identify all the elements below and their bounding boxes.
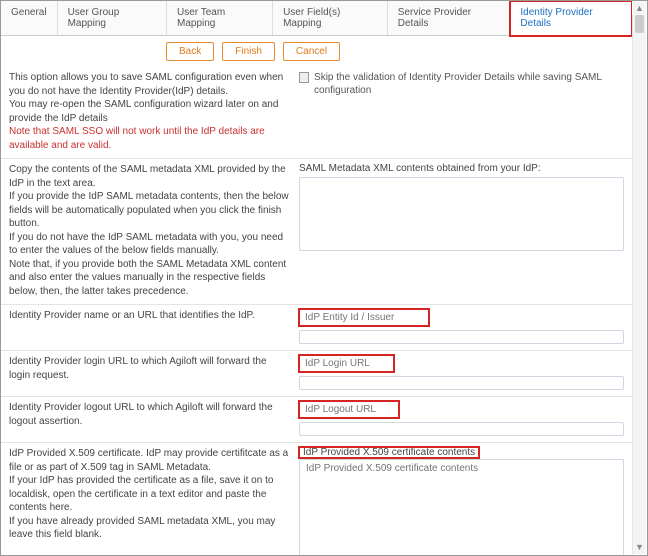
skip-validation-checkbox[interactable]: [299, 72, 309, 83]
skip-validation-label: Skip the validation of Identity Provider…: [314, 71, 624, 97]
login-section: Identity Provider login URL to which Agi…: [1, 351, 632, 397]
back-button[interactable]: Back: [166, 42, 214, 61]
skip-intro-1: This option allows you to save SAML conf…: [9, 71, 289, 98]
tab-user-team-mapping[interactable]: User Team Mapping: [167, 1, 273, 35]
login-url-input-full[interactable]: [299, 376, 624, 390]
metadata-field-label: SAML Metadata XML contents obtained from…: [299, 163, 624, 174]
entity-id-input-full[interactable]: [299, 330, 624, 344]
vertical-scrollbar[interactable]: ▲ ▼: [632, 15, 646, 554]
metadata-desc-3: If you do not have the IdP SAML metadata…: [9, 231, 289, 258]
skip-validation-section: This option allows you to save SAML conf…: [1, 67, 632, 159]
skip-warning: Note that SAML SSO will not work until t…: [9, 125, 289, 152]
tab-identity-provider-details[interactable]: Identity Provider Details: [510, 1, 632, 36]
tab-user-group-mapping[interactable]: User Group Mapping: [58, 1, 167, 35]
logout-url-input[interactable]: [299, 401, 399, 418]
tab-service-provider-details[interactable]: Service Provider Details: [388, 1, 511, 35]
logout-desc: Identity Provider logout URL to which Ag…: [9, 401, 289, 428]
logout-section: Identity Provider logout URL to which Ag…: [1, 397, 632, 443]
scroll-up-icon[interactable]: ▲: [633, 2, 646, 15]
cert-section: IdP Provided X.509 certificate. IdP may …: [1, 443, 632, 555]
metadata-desc-4: Note that, if you provide both the SAML …: [9, 258, 289, 299]
tab-general[interactable]: General: [1, 1, 58, 35]
entity-id-input[interactable]: [299, 309, 429, 326]
cancel-button[interactable]: Cancel: [283, 42, 340, 61]
finish-button[interactable]: Finish: [222, 42, 275, 61]
metadata-desc-1: Copy the contents of the SAML metadata X…: [9, 163, 289, 190]
metadata-desc-2: If you provide the IdP SAML metadata con…: [9, 190, 289, 231]
scrollbar-thumb[interactable]: [635, 15, 644, 33]
metadata-section: Copy the contents of the SAML metadata X…: [1, 159, 632, 305]
logout-url-input-full[interactable]: [299, 422, 624, 436]
login-url-input[interactable]: [299, 355, 394, 372]
cert-desc-1: IdP Provided X.509 certificate. IdP may …: [9, 447, 289, 474]
cert-textarea[interactable]: [299, 459, 624, 555]
skip-intro-2: You may re-open the SAML configuration w…: [9, 98, 289, 125]
scroll-down-icon[interactable]: ▼: [633, 541, 646, 554]
metadata-textarea[interactable]: [299, 177, 624, 251]
login-desc: Identity Provider login URL to which Agi…: [9, 355, 289, 382]
tab-user-fields-mapping[interactable]: User Field(s) Mapping: [273, 1, 388, 35]
tab-bar: General User Group Mapping User Team Map…: [1, 1, 632, 36]
entity-section: Identity Provider name or an URL that id…: [1, 305, 632, 351]
cert-desc-3: If you have already provided SAML metada…: [9, 515, 289, 542]
top-button-row: Back Finish Cancel: [1, 36, 632, 67]
cert-placeholder-label: IdP Provided X.509 certificate contents: [299, 446, 479, 459]
cert-desc-2: If your IdP has provided the certificate…: [9, 474, 289, 515]
entity-desc: Identity Provider name or an URL that id…: [9, 309, 289, 323]
